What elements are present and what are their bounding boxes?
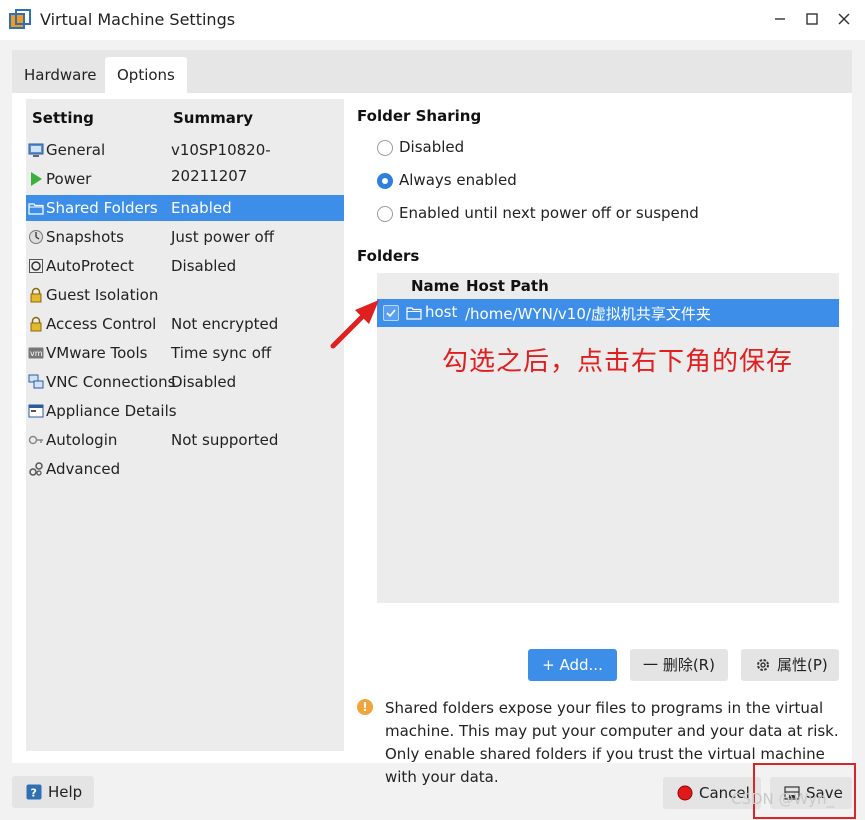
add-folder-button[interactable]: + Add...	[528, 649, 617, 681]
settings-list[interactable]: Setting Summary General v10SP10820-20211…	[26, 99, 344, 751]
radio-button-checked[interactable]	[377, 173, 393, 189]
svg-text:vm: vm	[30, 349, 43, 358]
settings-item-vmware-tools[interactable]: vm VMware Tools Time sync off	[26, 340, 344, 366]
settings-item-autoprotect[interactable]: AutoProtect Disabled	[26, 253, 344, 279]
folder-name: host	[425, 303, 458, 321]
power-icon	[31, 172, 42, 186]
column-header-name: Name	[411, 277, 460, 295]
advanced-icon	[29, 462, 43, 476]
lock-icon	[30, 316, 42, 332]
help-button[interactable]: ? Help	[12, 776, 94, 808]
column-header-host-path: Host Path	[466, 277, 549, 295]
help-icon: ?	[26, 784, 42, 800]
radio-button[interactable]	[377, 206, 393, 222]
folder-host-path: /home/WYN/v10/虚拟机共享文件夹	[465, 305, 711, 323]
annotation-text: 勾选之后，点击右下角的保存	[442, 347, 794, 377]
radio-button[interactable]	[377, 140, 393, 156]
radio-disabled[interactable]: Disabled	[377, 137, 847, 159]
options-panel: Setting Summary General v10SP10820-20211…	[12, 93, 852, 786]
table-row[interactable]: host /home/WYN/v10/虚拟机共享文件夹	[377, 299, 839, 327]
autoprotect-icon	[29, 259, 43, 273]
folders-title: Folders	[357, 247, 420, 265]
settings-item-snapshots[interactable]: Snapshots Just power off	[26, 224, 344, 250]
settings-item-power[interactable]: Power	[26, 166, 344, 192]
settings-item-appliance-details[interactable]: Appliance Details	[26, 398, 344, 424]
column-header-setting: Setting	[32, 109, 94, 127]
window-title: Virtual Machine Settings	[40, 10, 236, 29]
column-header-summary: Summary	[173, 109, 254, 127]
maximize-icon[interactable]	[801, 8, 823, 30]
folder-icon	[28, 203, 44, 215]
snapshot-icon	[29, 230, 43, 244]
vmware-app-icon	[9, 9, 31, 29]
settings-item-guest-isolation[interactable]: Guest Isolation	[26, 282, 344, 308]
settings-item-autologin[interactable]: Autologin Not supported	[26, 427, 344, 453]
radio-always-enabled[interactable]: Always enabled	[377, 170, 847, 192]
svg-text:?: ?	[31, 787, 37, 800]
general-icon	[28, 143, 44, 157]
close-icon[interactable]	[833, 8, 855, 30]
minimize-icon[interactable]	[769, 8, 791, 30]
warning-icon: !	[357, 699, 373, 715]
folder-icon	[406, 307, 422, 320]
settings-item-general[interactable]: General v10SP10820-20211207	[26, 137, 344, 185]
gear-icon	[757, 659, 769, 671]
folders-table[interactable]: Name Host Path host /home/WYN/v10/虚拟机共享文…	[377, 273, 839, 603]
appliance-icon	[28, 404, 44, 418]
settings-item-access-control[interactable]: Access Control Not encrypted	[26, 311, 344, 337]
properties-button[interactable]: 属性(P)	[741, 649, 839, 681]
tab-options[interactable]: Options	[105, 57, 187, 93]
delete-folder-button[interactable]: 一 删除(R)	[630, 649, 728, 681]
settings-item-shared-folders[interactable]: Shared Folders Enabled	[26, 195, 344, 221]
title-bar: Virtual Machine Settings	[0, 0, 865, 40]
settings-item-vnc-connections[interactable]: VNC Connections Disabled	[26, 369, 344, 395]
annotation-arrow-icon	[330, 300, 379, 349]
settings-item-advanced[interactable]: Advanced	[26, 456, 344, 482]
vnc-icon	[28, 374, 44, 389]
lock-icon	[30, 287, 42, 303]
watermark: CSDN @Wyn_	[731, 790, 834, 808]
vm-icon: vm	[28, 347, 44, 359]
dialog-client: Hardware Options Setting Summary General…	[0, 40, 865, 820]
key-icon	[28, 435, 43, 445]
folder-sharing-title: Folder Sharing	[357, 107, 482, 125]
warning-text: Shared folders expose your files to prog…	[385, 699, 839, 786]
shared-folders-pane: Folder Sharing Disabled Always enabled E…	[330, 93, 852, 786]
tab-hardware[interactable]: Hardware	[12, 57, 108, 93]
stop-icon	[677, 785, 693, 801]
radio-enabled-until-power-off[interactable]: Enabled until next power off or suspend	[377, 203, 847, 225]
